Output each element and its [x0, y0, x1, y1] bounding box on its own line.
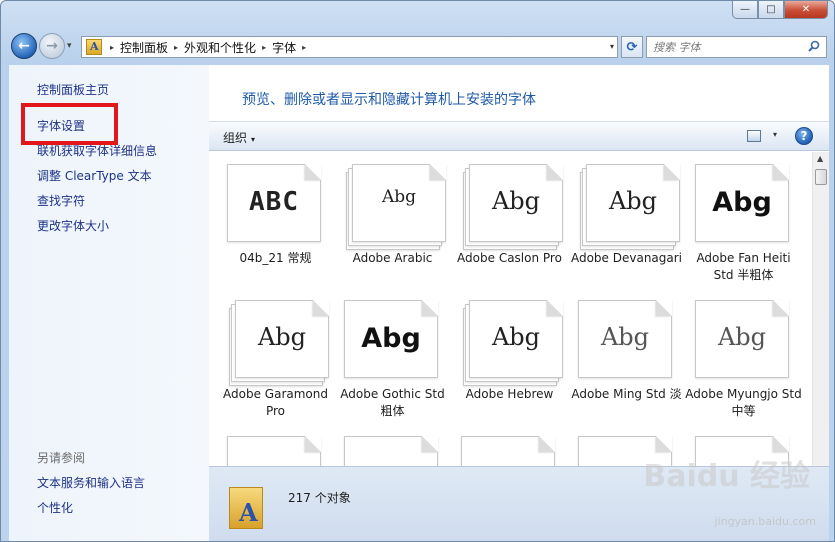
- font-preview-page: [344, 436, 438, 466]
- address-dropdown-icon[interactable]: ▾: [610, 42, 614, 51]
- navigation-bar: ← → ▾ ▸ 控制面板 ▸ 外观和个性化 ▸ 字体 ▸ ▾ ⟳: [9, 31, 827, 61]
- scroll-thumb[interactable]: [815, 169, 827, 185]
- breadcrumb-separator[interactable]: ▸: [262, 43, 266, 52]
- font-tile[interactable]: [326, 152, 443, 466]
- search-input[interactable]: [653, 40, 803, 54]
- breadcrumb-separator[interactable]: ▸: [302, 43, 306, 52]
- dropdown-arrow-icon: ▾: [251, 135, 256, 144]
- address-bar[interactable]: ▸ 控制面板 ▸ 外观和个性化 ▸ 字体 ▸ ▾: [81, 36, 618, 58]
- object-count: 217 个对象: [288, 491, 351, 505]
- organize-label: 组织: [223, 131, 248, 145]
- recent-pages-dropdown[interactable]: ▾: [67, 41, 72, 51]
- font-tile[interactable]: [677, 152, 794, 466]
- sidebar-link-change-font-size[interactable]: 更改字体大小: [37, 217, 109, 234]
- fonts-folder-icon: [86, 39, 102, 55]
- back-arrow-icon: ←: [18, 38, 30, 54]
- sidebar-link-personalization[interactable]: 个性化: [37, 499, 73, 516]
- forward-button[interactable]: →: [39, 33, 65, 59]
- caption-buttons: — □ ✕: [732, 1, 828, 19]
- search-box: [646, 36, 827, 58]
- font-preview-page: [461, 436, 555, 466]
- close-button[interactable]: ✕: [784, 1, 828, 19]
- annotation-highlight-box: [21, 103, 118, 145]
- vertical-scrollbar[interactable]: ▲: [812, 152, 829, 466]
- maximize-button[interactable]: □: [758, 1, 784, 19]
- sidebar-link-adjust-cleartype[interactable]: 调整 ClearType 文本: [37, 167, 152, 184]
- scroll-up-arrow-icon[interactable]: ▲: [817, 154, 823, 163]
- breadcrumb-separator[interactable]: ▸: [110, 43, 114, 52]
- sidebar-link-find-character[interactable]: 查找字符: [37, 192, 85, 209]
- change-view-icon[interactable]: [747, 130, 761, 142]
- help-icon[interactable]: ?: [795, 127, 813, 145]
- font-tile[interactable]: [443, 152, 560, 466]
- view-options-dropdown[interactable]: ▾: [773, 130, 777, 139]
- breadcrumb-separator[interactable]: ▸: [174, 43, 178, 52]
- font-grid: ABC 04b_21 常规 Abg Adobe Arabic Abg Adobe Casl…: [209, 152, 811, 466]
- breadcrumb-fonts[interactable]: 字体: [272, 39, 296, 56]
- refresh-button[interactable]: ⟳: [621, 36, 643, 58]
- font-preview-page: [227, 436, 321, 466]
- font-tile[interactable]: [209, 152, 326, 466]
- page-title: 预览、删除或者显示和隐藏计算机上安装的字体: [242, 92, 536, 108]
- back-button[interactable]: ←: [11, 33, 37, 59]
- minimize-button[interactable]: —: [732, 1, 758, 19]
- sidebar-link-control-panel-home[interactable]: 控制面板主页: [37, 81, 109, 98]
- baidu-watermark-logo: Baidu 经验: [643, 459, 810, 494]
- refresh-icon: ⟳: [626, 39, 638, 55]
- font-tile[interactable]: [560, 152, 677, 466]
- fonts-folder-large-icon: [229, 487, 263, 529]
- organize-menu-button[interactable]: 组织 ▾: [223, 129, 255, 146]
- command-toolbar: 组织 ▾ ▾ ?: [209, 121, 829, 151]
- breadcrumb-control-panel[interactable]: 控制面板: [120, 39, 168, 56]
- search-icon[interactable]: [808, 40, 820, 52]
- baidu-watermark-url: jingyan.baidu.com: [714, 515, 816, 528]
- breadcrumb-appearance[interactable]: 外观和个性化: [184, 39, 256, 56]
- see-also-heading: 另请参阅: [37, 451, 86, 465]
- forward-arrow-icon: →: [46, 38, 58, 54]
- task-sidebar: 控制面板主页 字体设置 联机获取字体详细信息 调整 ClearType 文本 查…: [9, 65, 209, 541]
- explorer-window: — □ ✕ ← → ▾ ▸ 控制面板 ▸ 外观和个性化 ▸ 字体 ▸ ▾ ⟳: [0, 0, 835, 542]
- sidebar-link-text-services[interactable]: 文本服务和输入语言: [37, 474, 145, 491]
